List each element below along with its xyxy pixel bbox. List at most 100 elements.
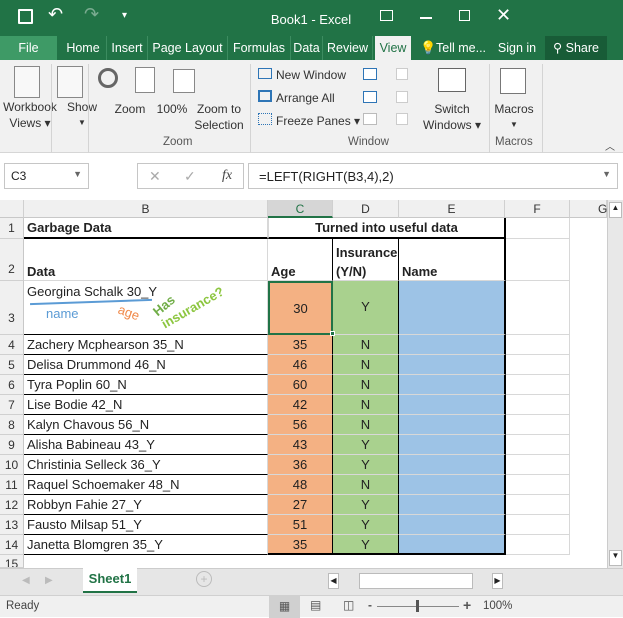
cell-insurance[interactable]: N: [333, 355, 399, 375]
selection-fill-handle[interactable]: [330, 331, 335, 336]
cell-name[interactable]: [399, 375, 506, 395]
tab-page-layout[interactable]: Page Layout: [148, 36, 228, 60]
cell-data[interactable]: Tyra Poplin 60_N: [24, 375, 268, 395]
cell-b2[interactable]: Data: [24, 239, 268, 281]
share-button[interactable]: ⚲ Share: [545, 36, 607, 60]
zoom-in-button[interactable]: +: [463, 597, 471, 613]
tab-review[interactable]: Review: [323, 36, 373, 60]
show-button[interactable]: Show ▼: [62, 99, 102, 131]
cell-name[interactable]: [399, 515, 506, 535]
cell-data[interactable]: Delisa Drummond 46_N: [24, 355, 268, 375]
formula-input[interactable]: =LEFT(RIGHT(B3,4),2) ▼: [248, 163, 618, 189]
cell-b1[interactable]: Garbage Data: [24, 218, 268, 239]
zoom-level[interactable]: 100%: [483, 600, 512, 612]
horizontal-scrollbar-thumb[interactable]: [359, 573, 473, 589]
row-header-7[interactable]: 7: [0, 395, 24, 415]
row-header-6[interactable]: 6: [0, 375, 24, 395]
cell-insurance[interactable]: N: [333, 375, 399, 395]
cancel-icon[interactable]: ✕: [149, 168, 161, 185]
cell-data[interactable]: Kalyn Chavous 56_N: [24, 415, 268, 435]
cell-f2[interactable]: [506, 239, 570, 281]
insert-function-icon[interactable]: fx: [222, 168, 232, 184]
tell-me-input[interactable]: Tell me...: [436, 36, 490, 60]
save-icon[interactable]: [18, 9, 33, 24]
tab-home[interactable]: Home: [60, 36, 107, 60]
row-header-12[interactable]: 12: [0, 495, 24, 515]
row-header-14[interactable]: 14: [0, 535, 24, 555]
row-header-15[interactable]: 15: [0, 555, 24, 568]
cell-age[interactable]: 56: [268, 415, 333, 435]
cell-insurance[interactable]: Y: [333, 435, 399, 455]
cell-c1-merged[interactable]: Turned into useful data: [268, 218, 506, 239]
cell-insurance[interactable]: Y: [333, 495, 399, 515]
cell-name[interactable]: [399, 281, 506, 335]
cell-f[interactable]: [506, 355, 570, 375]
cell-age[interactable]: 42: [268, 395, 333, 415]
cell-d2[interactable]: Insurance (Y/N): [333, 239, 399, 281]
tab-view[interactable]: View: [375, 36, 411, 60]
cell-insurance[interactable]: N: [333, 395, 399, 415]
expand-formula-icon[interactable]: ▼: [602, 169, 611, 179]
cell-name[interactable]: [399, 455, 506, 475]
select-all-corner[interactable]: [0, 200, 24, 218]
row-header-1[interactable]: 1: [0, 218, 24, 239]
tab-formulas[interactable]: Formulas: [228, 36, 291, 60]
cell-age[interactable]: 46: [268, 355, 333, 375]
sheet-tab-sheet1[interactable]: Sheet1: [83, 568, 137, 593]
ribbon-display-icon[interactable]: [380, 10, 393, 21]
cell-f[interactable]: [506, 475, 570, 495]
cell-age[interactable]: 35: [268, 535, 333, 555]
zoom-100-button[interactable]: 100%: [154, 101, 190, 117]
scroll-left-icon[interactable]: ◀: [328, 573, 339, 589]
freeze-panes-button[interactable]: Freeze Panes ▾: [258, 113, 360, 129]
cell-insurance[interactable]: Y: [333, 515, 399, 535]
cell-f[interactable]: [506, 495, 570, 515]
cell-insurance[interactable]: Y: [333, 455, 399, 475]
row-header-10[interactable]: 10: [0, 455, 24, 475]
cell-data[interactable]: Christinia Selleck 36_Y: [24, 455, 268, 475]
row-header-2[interactable]: 2: [0, 239, 24, 281]
cell-age[interactable]: 27: [268, 495, 333, 515]
column-header-c[interactable]: C: [268, 200, 333, 218]
cell-f[interactable]: [506, 515, 570, 535]
cell-name[interactable]: [399, 495, 506, 515]
tab-insert[interactable]: Insert: [107, 36, 148, 60]
prev-sheet-icon[interactable]: ◀: [22, 575, 30, 586]
zoom-to-selection-button[interactable]: Zoom to Selection: [192, 101, 246, 133]
tab-data[interactable]: Data: [291, 36, 323, 60]
chevron-down-icon[interactable]: ▼: [73, 169, 82, 179]
scroll-up-icon[interactable]: ▲: [609, 202, 622, 218]
cell-c2[interactable]: Age: [268, 239, 333, 281]
normal-view-icon[interactable]: ▦: [269, 596, 300, 618]
cell-f[interactable]: [506, 395, 570, 415]
cell-f[interactable]: [506, 535, 570, 555]
cell-data[interactable]: Raquel Schoemaker 48_N: [24, 475, 268, 495]
cell-name[interactable]: [399, 435, 506, 455]
vertical-scrollbar[interactable]: ▲ ▼: [607, 200, 623, 568]
zoom-out-button[interactable]: -: [368, 598, 372, 612]
column-header-b[interactable]: B: [24, 200, 268, 218]
row-header-8[interactable]: 8: [0, 415, 24, 435]
next-sheet-icon[interactable]: ▶: [45, 575, 53, 586]
sign-in-link[interactable]: Sign in: [494, 36, 540, 60]
cell-name[interactable]: [399, 415, 506, 435]
cell-data[interactable]: Fausto Milsap 51_Y: [24, 515, 268, 535]
enter-icon[interactable]: ✓: [184, 168, 196, 185]
arrange-all-button[interactable]: Arrange All: [258, 90, 335, 106]
cell-f[interactable]: [506, 415, 570, 435]
cell-data[interactable]: Lise Bodie 42_N: [24, 395, 268, 415]
cell-insurance[interactable]: N: [333, 415, 399, 435]
cell-data[interactable]: Robbyn Fahie 27_Y: [24, 495, 268, 515]
row-header-4[interactable]: 4: [0, 335, 24, 355]
column-header-f[interactable]: F: [505, 200, 570, 218]
zoom-button[interactable]: Zoom: [110, 101, 150, 117]
cell-name[interactable]: [399, 475, 506, 495]
cell-f[interactable]: [506, 455, 570, 475]
cell-name[interactable]: [399, 335, 506, 355]
cell-age[interactable]: 30: [268, 281, 333, 335]
new-window-button[interactable]: New Window: [258, 67, 346, 83]
row-header-9[interactable]: 9: [0, 435, 24, 455]
cell-insurance[interactable]: Y: [333, 281, 399, 335]
page-break-view-icon[interactable]: ◫: [343, 598, 354, 612]
undo-icon[interactable]: ↶: [48, 4, 63, 25]
